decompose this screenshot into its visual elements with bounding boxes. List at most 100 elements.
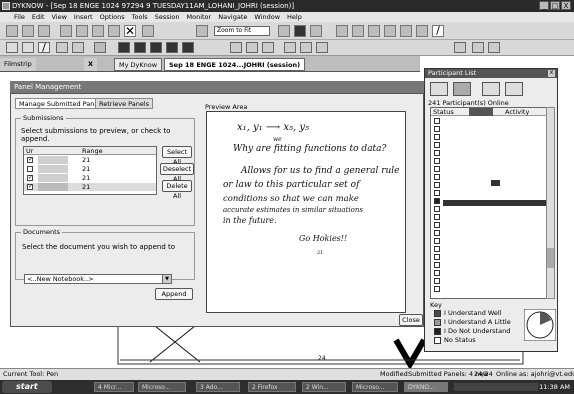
menu-session[interactable]: Session xyxy=(155,12,180,22)
submission-checkbox[interactable]: ✓ xyxy=(27,175,33,181)
menu-edit[interactable]: Edit xyxy=(32,12,45,22)
submissions-group: Submissions Select submissions to previe… xyxy=(15,114,195,226)
color-swatch-dark[interactable] xyxy=(134,42,146,53)
poll-icon[interactable] xyxy=(336,25,348,37)
italic-icon[interactable] xyxy=(300,42,312,53)
align-left-icon[interactable] xyxy=(230,42,242,53)
menu-help[interactable]: Help xyxy=(287,12,302,22)
start-button[interactable]: start xyxy=(2,381,52,393)
delete-all-button[interactable]: Delete All xyxy=(162,180,192,200)
control-icon[interactable] xyxy=(482,82,500,96)
taskbar-item[interactable]: 2 Firefox xyxy=(248,382,296,392)
screen-icon[interactable] xyxy=(505,82,523,96)
pen-tool-icon[interactable]: / xyxy=(432,25,444,37)
bold-icon[interactable] xyxy=(284,42,296,53)
select-all-button[interactable]: Select All xyxy=(162,146,192,166)
underline-icon[interactable] xyxy=(316,42,328,53)
tab-manage-submitted[interactable]: Manage Submitted Panels xyxy=(15,98,108,109)
tab-session[interactable]: Sep 18 ENGE 1024...JOHRI (session) xyxy=(164,58,306,71)
students-icon[interactable] xyxy=(400,25,412,37)
new-icon[interactable] xyxy=(6,25,18,37)
scrollbar-thumb[interactable] xyxy=(547,248,554,268)
menu-options[interactable]: Options xyxy=(100,12,125,22)
zoom-icon[interactable] xyxy=(196,25,208,37)
submission-row-selected[interactable]: ✓ 21 xyxy=(24,183,156,191)
menu-tools[interactable]: Tools xyxy=(132,12,148,22)
key-item: I Do Not Understand xyxy=(434,327,510,335)
submission-checkbox[interactable]: ✓ xyxy=(27,157,33,163)
color-swatch-dark-4[interactable] xyxy=(182,42,194,53)
redo-icon[interactable] xyxy=(142,25,154,37)
broadcast-icon[interactable] xyxy=(453,82,471,96)
color-swatch-black[interactable] xyxy=(118,42,130,53)
monitor-icon[interactable] xyxy=(384,25,396,37)
submission-row[interactable]: 21 xyxy=(24,165,156,173)
chat-icon[interactable] xyxy=(310,25,322,37)
eraser-icon[interactable] xyxy=(72,42,84,53)
menu-insert[interactable]: Insert xyxy=(74,12,93,22)
panel-icon[interactable] xyxy=(368,25,380,37)
lines-icon[interactable] xyxy=(22,42,34,53)
taskbar-item-active[interactable]: DYKNO... xyxy=(404,382,448,392)
selected-participant-row[interactable] xyxy=(443,200,547,206)
menu-file[interactable]: File xyxy=(14,12,25,22)
submission-row[interactable]: ✓ 21 xyxy=(24,156,156,164)
submission-row[interactable]: ✓ 21 xyxy=(24,174,156,182)
document-select[interactable]: <..New Notebook..> ▼ xyxy=(24,274,172,284)
pen-width-icon[interactable] xyxy=(6,42,18,53)
indent-icon[interactable] xyxy=(488,42,500,53)
participant-status-square xyxy=(434,246,440,252)
align-center-icon[interactable] xyxy=(246,42,258,53)
close-window-button[interactable]: X xyxy=(561,1,571,10)
append-button[interactable]: Append xyxy=(155,288,193,300)
taskbar-item[interactable]: 4 Micr... xyxy=(94,382,134,392)
submissions-list[interactable]: Ur Range ✓ 21 21 ✓ 21 ✓ 21 xyxy=(23,146,157,195)
align-right-icon[interactable] xyxy=(262,42,274,53)
save-icon[interactable] xyxy=(38,25,50,37)
taskbar-item[interactable]: Microso... xyxy=(138,382,186,392)
view-icon[interactable] xyxy=(278,25,290,37)
participant-status-square xyxy=(434,182,440,188)
menu-navigate[interactable]: Navigate xyxy=(218,12,247,22)
minimize-button[interactable]: _ xyxy=(539,1,549,10)
submission-range: 21 xyxy=(82,156,91,164)
current-tool: Current Tool: Pen xyxy=(3,370,59,378)
maximize-button[interactable]: □ xyxy=(550,1,560,10)
close-button[interactable]: Close xyxy=(399,314,423,326)
copy-icon[interactable] xyxy=(92,25,104,37)
open-icon[interactable] xyxy=(22,25,34,37)
deselect-all-button[interactable]: Deselect All xyxy=(160,163,194,183)
taskbar-item[interactable]: 3 Ado... xyxy=(196,382,240,392)
participant-list-window: Participant List x 241 Participant(s) On… xyxy=(424,68,558,352)
menu-view[interactable]: View xyxy=(51,12,66,22)
font-size-select[interactable] xyxy=(454,42,466,53)
zoom-select[interactable]: Zoom to Fit xyxy=(214,26,270,36)
highlighter-icon[interactable] xyxy=(56,42,68,53)
participant-grid[interactable]: Status Activity xyxy=(430,107,548,299)
submission-checkbox[interactable] xyxy=(27,166,33,172)
undo-icon[interactable] xyxy=(60,25,72,37)
menu-monitor[interactable]: Monitor xyxy=(187,12,212,22)
lasso-icon[interactable] xyxy=(294,25,306,37)
list-icon[interactable] xyxy=(472,42,484,53)
share-icon[interactable] xyxy=(352,25,364,37)
menu-window[interactable]: Window xyxy=(254,12,280,22)
participant-list-close-icon[interactable]: x xyxy=(548,70,555,77)
pen-icon[interactable]: / xyxy=(38,42,50,53)
tab-retrieve-panels[interactable]: Retrieve Panels xyxy=(95,98,154,109)
filmstrip-close-button[interactable]: X xyxy=(84,58,98,71)
status-icon[interactable] xyxy=(416,25,428,37)
participant-scrollbar[interactable] xyxy=(546,107,555,299)
taskbar-item[interactable]: Microso... xyxy=(352,382,398,392)
cut-icon[interactable] xyxy=(76,25,88,37)
delete-icon[interactable]: ✕ xyxy=(124,25,136,37)
paste-icon[interactable] xyxy=(108,25,120,37)
tab-my-dyknow[interactable]: My DyKnow xyxy=(114,58,163,71)
color-picker-icon[interactable] xyxy=(94,42,106,53)
participants-view-icon[interactable] xyxy=(430,82,448,96)
color-swatch-dark-2[interactable] xyxy=(150,42,162,53)
chevron-down-icon[interactable]: ▼ xyxy=(162,275,171,283)
color-swatch-dark-3[interactable] xyxy=(166,42,178,53)
submission-checkbox[interactable]: ✓ xyxy=(27,184,33,190)
taskbar-item[interactable]: 2 Win... xyxy=(302,382,346,392)
